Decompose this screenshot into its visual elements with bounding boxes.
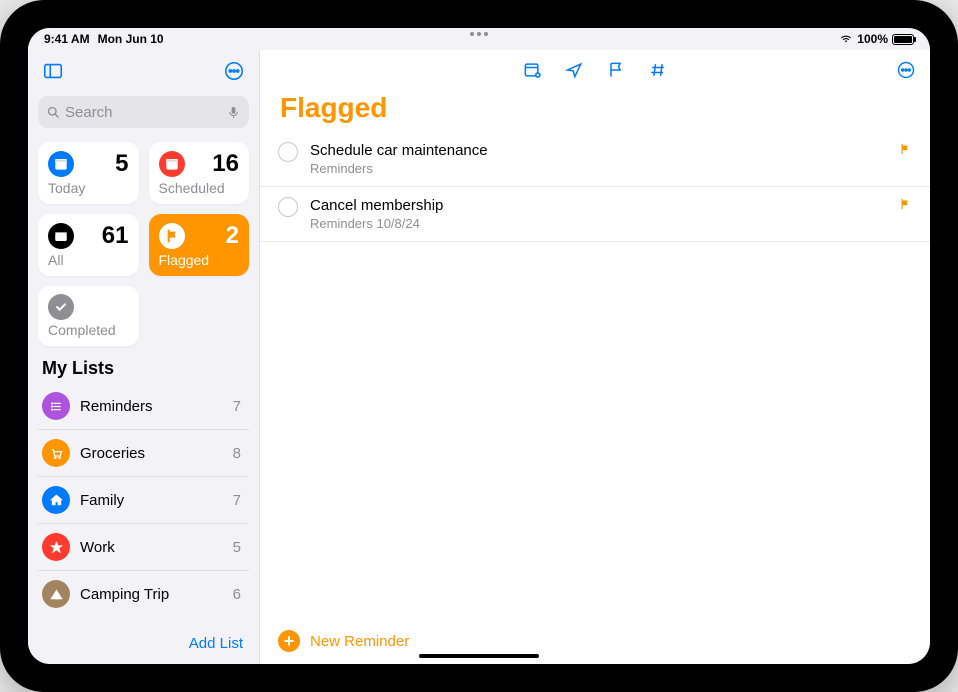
list-name: Groceries	[80, 445, 233, 462]
reminder-subtitle: Reminders	[310, 161, 898, 176]
flag-icon	[898, 197, 912, 216]
cart-icon	[42, 439, 70, 467]
smart-card-label: Flagged	[159, 252, 240, 268]
tags-button[interactable]	[646, 58, 670, 82]
calendar-picker-button[interactable]	[520, 58, 544, 82]
reminder-row[interactable]: Schedule car maintenance Reminders	[260, 132, 930, 187]
flag-icon	[159, 223, 185, 249]
smart-card-label: Today	[48, 180, 129, 196]
status-battery-pct: 100%	[857, 32, 888, 46]
smart-card-all[interactable]: 61 All	[38, 214, 139, 276]
tent-icon	[42, 580, 70, 608]
reminder-row[interactable]: Cancel membership Reminders 10/8/24	[260, 187, 930, 242]
smart-card-label: Completed	[48, 322, 129, 338]
search-placeholder: Search	[61, 104, 226, 121]
status-time: 9:41 AM	[44, 32, 90, 46]
smart-card-flagged[interactable]: 2 Flagged	[149, 214, 250, 276]
battery-icon	[892, 34, 914, 45]
check-icon	[48, 294, 74, 320]
calendar-icon	[48, 151, 74, 177]
smart-card-completed[interactable]: Completed	[38, 286, 139, 346]
sidebar-item-family[interactable]: Family 7	[38, 477, 249, 524]
sidebar-item-work[interactable]: Work 5	[38, 524, 249, 571]
list-name: Family	[80, 492, 233, 509]
my-lists-header: My Lists	[28, 356, 259, 383]
list-count: 5	[233, 539, 245, 556]
new-reminder-icon[interactable]: +	[278, 630, 300, 652]
reminder-subtitle: Reminders 10/8/24	[310, 216, 898, 231]
calendar-icon	[159, 151, 185, 177]
smart-card-label: All	[48, 252, 129, 268]
location-button[interactable]	[562, 58, 586, 82]
new-reminder-button[interactable]: New Reminder	[310, 633, 409, 650]
complete-toggle[interactable]	[278, 197, 298, 217]
search-icon	[46, 105, 61, 120]
smart-card-scheduled[interactable]: 16 Scheduled	[149, 142, 250, 204]
multitask-dots[interactable]	[470, 32, 488, 36]
smart-card-today[interactable]: 5 Today	[38, 142, 139, 204]
list-name: Camping Trip	[80, 586, 233, 603]
smart-card-count: 16	[212, 150, 239, 178]
complete-toggle[interactable]	[278, 142, 298, 162]
smart-card-count: 5	[115, 150, 128, 178]
mic-icon[interactable]	[226, 105, 241, 120]
list-name: Work	[80, 539, 233, 556]
sidebar-item-groceries[interactable]: Groceries 8	[38, 430, 249, 477]
list-count: 7	[233, 492, 245, 509]
sidebar-more-button[interactable]	[221, 58, 247, 84]
list-icon	[42, 392, 70, 420]
flag-icon	[898, 142, 912, 161]
page-title: Flagged	[260, 90, 930, 132]
toggle-sidebar-button[interactable]	[40, 58, 66, 84]
reminder-title: Schedule car maintenance	[310, 142, 898, 159]
search-input[interactable]: Search	[38, 96, 249, 128]
wifi-icon	[839, 31, 853, 48]
sidebar-item-camping-trip[interactable]: Camping Trip 6	[38, 571, 249, 617]
flag-button[interactable]	[604, 58, 628, 82]
smart-card-count: 2	[226, 222, 239, 250]
main-panel: Flagged Schedule car maintenance Reminde…	[260, 50, 930, 664]
reminder-title: Cancel membership	[310, 197, 898, 214]
sidebar-item-reminders[interactable]: Reminders 7	[38, 383, 249, 430]
main-more-button[interactable]	[894, 58, 918, 82]
star-icon	[42, 533, 70, 561]
tray-icon	[48, 223, 74, 249]
list-count: 7	[233, 398, 245, 415]
list-name: Reminders	[80, 398, 233, 415]
list-count: 8	[233, 445, 245, 462]
sidebar: Search 5 Today 16 Scheduled 61 All 2 Fla…	[28, 50, 260, 664]
home-indicator[interactable]	[419, 654, 539, 658]
add-list-button[interactable]: Add List	[189, 635, 243, 652]
status-date: Mon Jun 10	[98, 32, 164, 46]
smart-card-count: 61	[102, 222, 129, 250]
house-icon	[42, 486, 70, 514]
list-count: 6	[233, 586, 245, 603]
smart-card-label: Scheduled	[159, 180, 240, 196]
